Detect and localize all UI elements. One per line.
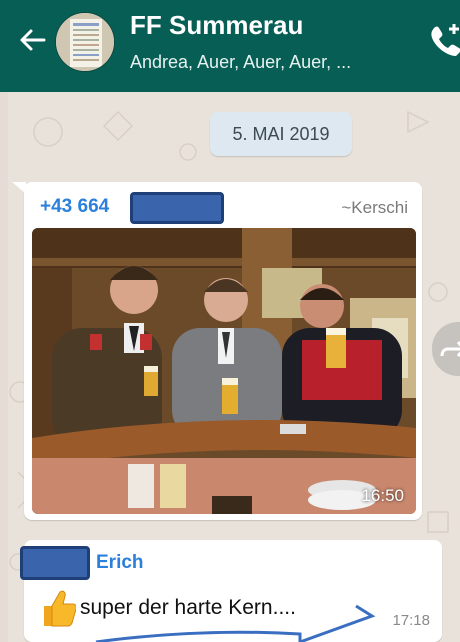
forward-icon xyxy=(440,341,460,357)
chat-header: FF Summerau Andrea, Auer, Auer, Auer, ..… xyxy=(0,0,460,92)
sender-nickname: ~Kerschi xyxy=(341,198,408,217)
thumbs-up-icon xyxy=(44,590,76,627)
forward-button[interactable] xyxy=(432,322,460,376)
add-call-icon[interactable] xyxy=(428,22,460,56)
image-message-bubble[interactable]: +43 664 ~Kerschi 16:50 xyxy=(24,182,422,520)
image-timestamp: 16:50 xyxy=(361,486,404,505)
back-arrow-icon[interactable] xyxy=(16,24,48,56)
redaction-box xyxy=(130,192,224,224)
shared-photo[interactable]: 16:50 xyxy=(32,228,416,514)
chat-participants[interactable]: Andrea, Auer, Auer, Auer, ... xyxy=(130,52,351,73)
sender-phone[interactable]: +43 664 xyxy=(40,196,109,218)
sender-name[interactable]: Erich xyxy=(96,552,144,574)
redaction-box xyxy=(20,546,90,580)
group-avatar[interactable] xyxy=(55,12,115,72)
message-text: super der harte Kern.... xyxy=(80,596,296,619)
message-timestamp: 17:18 xyxy=(392,612,430,629)
chat-title[interactable]: FF Summerau xyxy=(130,10,303,41)
text-message-bubble[interactable]: Erich super der harte Kern.... 17:18 xyxy=(20,540,442,642)
date-divider: 5. MAI 2019 xyxy=(210,112,352,156)
